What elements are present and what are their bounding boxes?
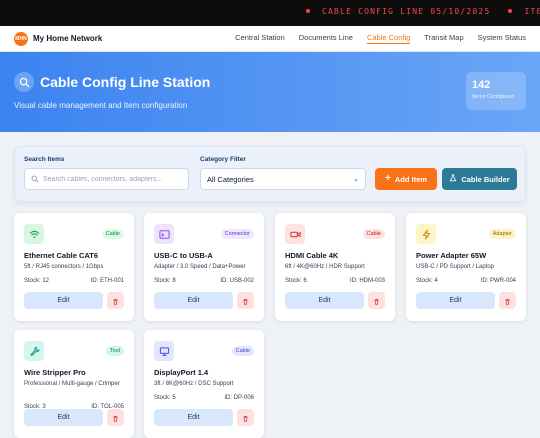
monitor-icon — [154, 341, 174, 361]
delete-button[interactable] — [368, 292, 385, 309]
search-icon — [31, 170, 39, 188]
item-description: 6ft / 4K@60Hz / HDR Support — [285, 264, 365, 270]
cable-builder-button[interactable]: Cable Builder — [442, 168, 517, 190]
ticker-item: CABLE CONFIG LINE 05/10/2025 — [322, 7, 491, 16]
chevron-down-icon: ⌄ — [353, 176, 359, 183]
item-stock: Stock: 12 — [24, 278, 50, 284]
search-box[interactable] — [24, 168, 189, 190]
add-item-button[interactable]: + Add Item — [375, 168, 437, 190]
nav-link-documents-line[interactable]: Documents Line — [299, 33, 353, 44]
trash-icon — [504, 292, 511, 310]
brand-name[interactable]: My Home Network — [33, 34, 102, 43]
edit-button[interactable]: Edit — [416, 292, 495, 309]
ticker-bar: CABLE CONFIG LINE 05/10/2025 ITEM SEARCH — [0, 0, 540, 26]
item-card[interactable]: Cable HDMI Cable 4K 6ft / 4K@60Hz / HDR … — [275, 213, 395, 321]
category-label: Category Filter — [200, 156, 246, 163]
category-badge: Cable — [231, 346, 254, 356]
category-selected: All Categories — [207, 174, 254, 184]
items-configured-stat: 142 Items Configured — [466, 72, 526, 110]
terminal-icon — [154, 224, 174, 244]
filter-panel: Search Items Category Filter All Categor… — [14, 146, 526, 202]
item-card[interactable]: Connector USB-C to USB-A Adapter / 3.0 S… — [144, 213, 264, 321]
nav-link-cable-config[interactable]: Cable Config — [366, 33, 411, 44]
delete-button[interactable] — [499, 292, 516, 309]
bolt-icon — [416, 224, 436, 244]
item-title: USB-C to USB-A — [154, 251, 213, 260]
item-stock: Stock: 5 — [154, 395, 176, 401]
nav-link-transit-map[interactable]: Transit Map — [424, 33, 463, 44]
delete-button[interactable] — [107, 409, 124, 426]
page-subtitle: Visual cable management and Item configu… — [14, 101, 188, 110]
ticker-item: ITEM SEARCH — [524, 7, 540, 16]
trash-icon — [373, 292, 380, 310]
trash-icon — [242, 292, 249, 310]
item-id: ID: HDM-003 — [349, 278, 385, 284]
flask-icon — [449, 174, 457, 184]
category-badge: Connector — [220, 229, 254, 239]
trash-icon — [242, 409, 249, 427]
item-title: Ethernet Cable CAT6 — [24, 251, 99, 260]
category-select[interactable]: All Categories ⌄ — [200, 168, 366, 190]
item-title: HDMI Cable 4K — [285, 251, 339, 260]
nav-link-system-status[interactable]: System Status — [478, 33, 526, 44]
search-input[interactable] — [43, 175, 183, 183]
item-id: ID: USB-002 — [220, 278, 254, 284]
search-icon — [14, 72, 34, 92]
item-card[interactable]: Cable Ethernet Cable CAT6 5ft / RJ45 con… — [14, 213, 134, 321]
add-item-label: Add Item — [394, 174, 427, 184]
item-description: 5ft / RJ45 connectors / 1Gbps — [24, 264, 104, 270]
delete-button[interactable] — [107, 292, 124, 309]
ticker-dot-icon — [306, 9, 310, 13]
top-nav: MHN My Home Network Central Station Docu… — [0, 26, 540, 52]
video-icon — [285, 224, 305, 244]
item-stock: Stock: 8 — [154, 278, 176, 284]
edit-button[interactable]: Edit — [24, 409, 103, 426]
stat-value: 142 — [472, 79, 491, 91]
item-id: ID: DP-006 — [224, 395, 254, 401]
item-description: USB-C / PD Support / Laptop — [416, 264, 495, 270]
trash-icon — [112, 292, 119, 310]
ticker-text: CABLE CONFIG LINE 05/10/2025 ITEM SEARCH — [306, 7, 540, 16]
hero-banner: Cable Config Line Station Visual cable m… — [0, 52, 540, 132]
item-title: Wire Stripper Pro — [24, 368, 86, 377]
page-title: Cable Config Line Station — [40, 74, 211, 90]
item-stock: Stock: 6 — [285, 278, 307, 284]
nav-link-central-station[interactable]: Central Station — [235, 33, 285, 44]
ticker-dot-icon — [508, 9, 513, 13]
category-badge: Adapter — [488, 229, 516, 239]
item-description: Adapter / 3.0 Speed / Data+Power — [154, 264, 246, 270]
item-card[interactable]: Adapter Power Adapter 65W USB-C / PD Sup… — [406, 213, 526, 321]
edit-button[interactable]: Edit — [24, 292, 103, 309]
category-badge: Cable — [362, 229, 385, 239]
wrench-icon — [24, 341, 44, 361]
item-description: Professional / Multi-gauge / Crimper — [24, 381, 120, 387]
item-description: 3ft / 8K@60Hz / DSC Support — [154, 381, 234, 387]
nav-links: Central Station Documents Line Cable Con… — [235, 33, 526, 44]
wifi-icon — [24, 224, 44, 244]
stat-label: Items Configured — [472, 94, 514, 100]
trash-icon — [112, 409, 119, 427]
item-title: DisplayPort 1.4 — [154, 368, 209, 377]
item-stock: Stock: 4 — [416, 278, 438, 284]
item-id: ID: PWR-004 — [480, 278, 516, 284]
item-card[interactable]: Tool Wire Stripper Pro Professional / Mu… — [14, 330, 134, 438]
edit-button[interactable]: Edit — [154, 409, 233, 426]
item-card[interactable]: Cable DisplayPort 1.4 3ft / 8K@60Hz / DS… — [144, 330, 264, 438]
edit-button[interactable]: Edit — [154, 292, 233, 309]
search-label: Search Items — [24, 156, 65, 163]
item-id: ID: ETH-001 — [90, 278, 124, 284]
delete-button[interactable] — [237, 409, 254, 426]
item-title: Power Adapter 65W — [416, 251, 487, 260]
logo-icon[interactable]: MHN — [14, 31, 28, 46]
category-badge: Cable — [101, 229, 124, 239]
edit-button[interactable]: Edit — [285, 292, 364, 309]
delete-button[interactable] — [237, 292, 254, 309]
plus-icon: + — [385, 173, 391, 184]
cable-builder-label: Cable Builder — [461, 174, 510, 184]
category-badge: Tool — [105, 346, 124, 356]
